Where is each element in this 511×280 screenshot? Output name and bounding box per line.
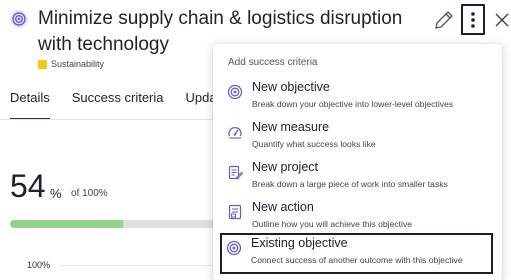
menu-item-subtitle: Connect success of another outcome with … [251,255,463,265]
vertical-ellipsis-icon [471,11,475,28]
progress-bar-fill [10,220,124,228]
measure-gauge-icon [227,124,243,140]
menu-item-title: New project [252,160,318,174]
menu-header: Add success criteria [228,57,318,68]
chart-gridline [60,265,220,266]
menu-item-subtitle: Quantify what success looks like [252,139,376,149]
close-button[interactable] [492,10,511,30]
menu-item-new-project[interactable]: New project Break down a large piece of … [222,160,486,198]
menu-item-subtitle: Outline how you will achieve this object… [252,219,413,229]
objective-target-icon [227,84,243,100]
menu-item-title: New action [252,200,314,214]
action-checklist-icon [227,204,243,220]
menu-item-title: Existing objective [251,236,348,250]
menu-item-subtitle: Break down your objective into lower-lev… [252,99,454,109]
close-icon [495,13,509,27]
objective-icon [10,10,28,28]
tabs-divider [0,119,220,120]
chart-axis-label: 100% [27,260,51,270]
edit-button[interactable] [432,8,456,32]
menu-item-title: New measure [252,120,330,134]
menu-item-title: New objective [252,80,330,94]
menu-item-existing-objective[interactable]: Existing objective Connect success of an… [220,233,493,274]
tag-color-swatch [38,59,47,69]
progress-bar [10,220,220,228]
add-success-criteria-menu: Add success criteria New objective Break… [213,44,502,280]
progress-value: 54 [10,168,46,204]
tab-details[interactable]: Details [10,90,50,120]
tab-bar: Details Success criteria Updat [10,90,242,120]
existing-objective-icon [226,240,242,256]
more-options-button[interactable] [461,4,485,35]
tag-label: Sustainability [51,59,105,69]
progress-of-label: of 100% [71,188,108,199]
menu-item-new-measure[interactable]: New measure Quantify what success looks … [222,120,486,158]
menu-item-subtitle: Break down a large piece of work into sm… [252,179,448,189]
project-clipboard-icon [227,164,244,180]
progress-percent-sign: % [50,186,62,201]
tab-success-criteria[interactable]: Success criteria [72,90,164,118]
category-tag: Sustainability [38,59,104,69]
menu-item-new-objective[interactable]: New objective Break down your objective … [222,80,486,118]
pencil-icon [435,11,453,29]
